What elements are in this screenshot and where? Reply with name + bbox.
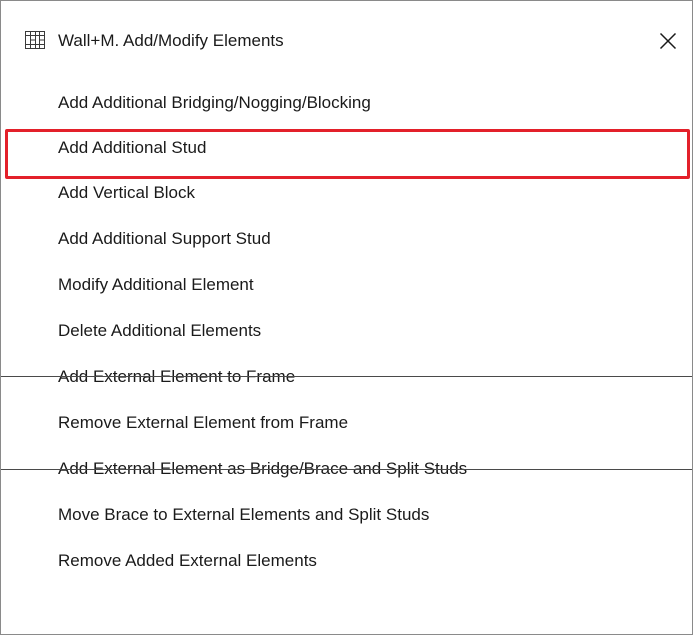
- menu-item-add-support-stud[interactable]: Add Additional Support Stud: [1, 215, 692, 261]
- window-title: Wall+M. Add/Modify Elements: [58, 31, 284, 50]
- wall-frame-icon: [25, 31, 45, 49]
- menu-separator: [1, 376, 692, 377]
- menu-item-move-brace[interactable]: Move Brace to External Elements and Spli…: [1, 491, 692, 537]
- dialog-window: Wall+M. Add/Modify Elements Add Addition…: [0, 0, 693, 635]
- menu-item-modify-element[interactable]: Modify Additional Element: [1, 261, 692, 307]
- menu-item-remove-added-external[interactable]: Remove Added External Elements: [1, 537, 692, 583]
- menu-item-label: Add Additional Support Stud: [58, 229, 271, 248]
- menu-item-label: Add External Element to Frame: [58, 367, 296, 386]
- menu-item-label: Delete Additional Elements: [58, 321, 262, 340]
- menu-item-add-stud[interactable]: Add Additional Stud: [1, 125, 692, 169]
- menu-item-add-bridging[interactable]: Add Additional Bridging/Nogging/Blocking: [1, 79, 692, 125]
- close-icon: [659, 32, 677, 50]
- menu-list: Add Additional Bridging/Nogging/Blocking…: [1, 79, 692, 583]
- close-button[interactable]: [651, 25, 685, 57]
- title-bar: Wall+M. Add/Modify Elements: [1, 1, 692, 79]
- menu-item-label: Add Vertical Block: [58, 183, 196, 202]
- menu-item-label: Remove External Element from Frame: [58, 413, 349, 432]
- menu-item-label: Move Brace to External Elements and Spli…: [58, 505, 430, 524]
- menu-item-add-vertical-block[interactable]: Add Vertical Block: [1, 169, 692, 215]
- menu-item-remove-external-element[interactable]: Remove External Element from Frame: [1, 399, 692, 445]
- menu-item-delete-elements[interactable]: Delete Additional Elements: [1, 307, 692, 353]
- menu-separator: [1, 469, 692, 470]
- menu-item-label: Remove Added External Elements: [58, 551, 317, 570]
- menu-item-label: Modify Additional Element: [58, 275, 254, 294]
- menu-item-label: Add Additional Stud: [58, 138, 207, 157]
- menu-item-add-external-bridge-brace[interactable]: Add External Element as Bridge/Brace and…: [1, 445, 692, 491]
- menu-item-label: Add Additional Bridging/Nogging/Blocking: [58, 93, 371, 112]
